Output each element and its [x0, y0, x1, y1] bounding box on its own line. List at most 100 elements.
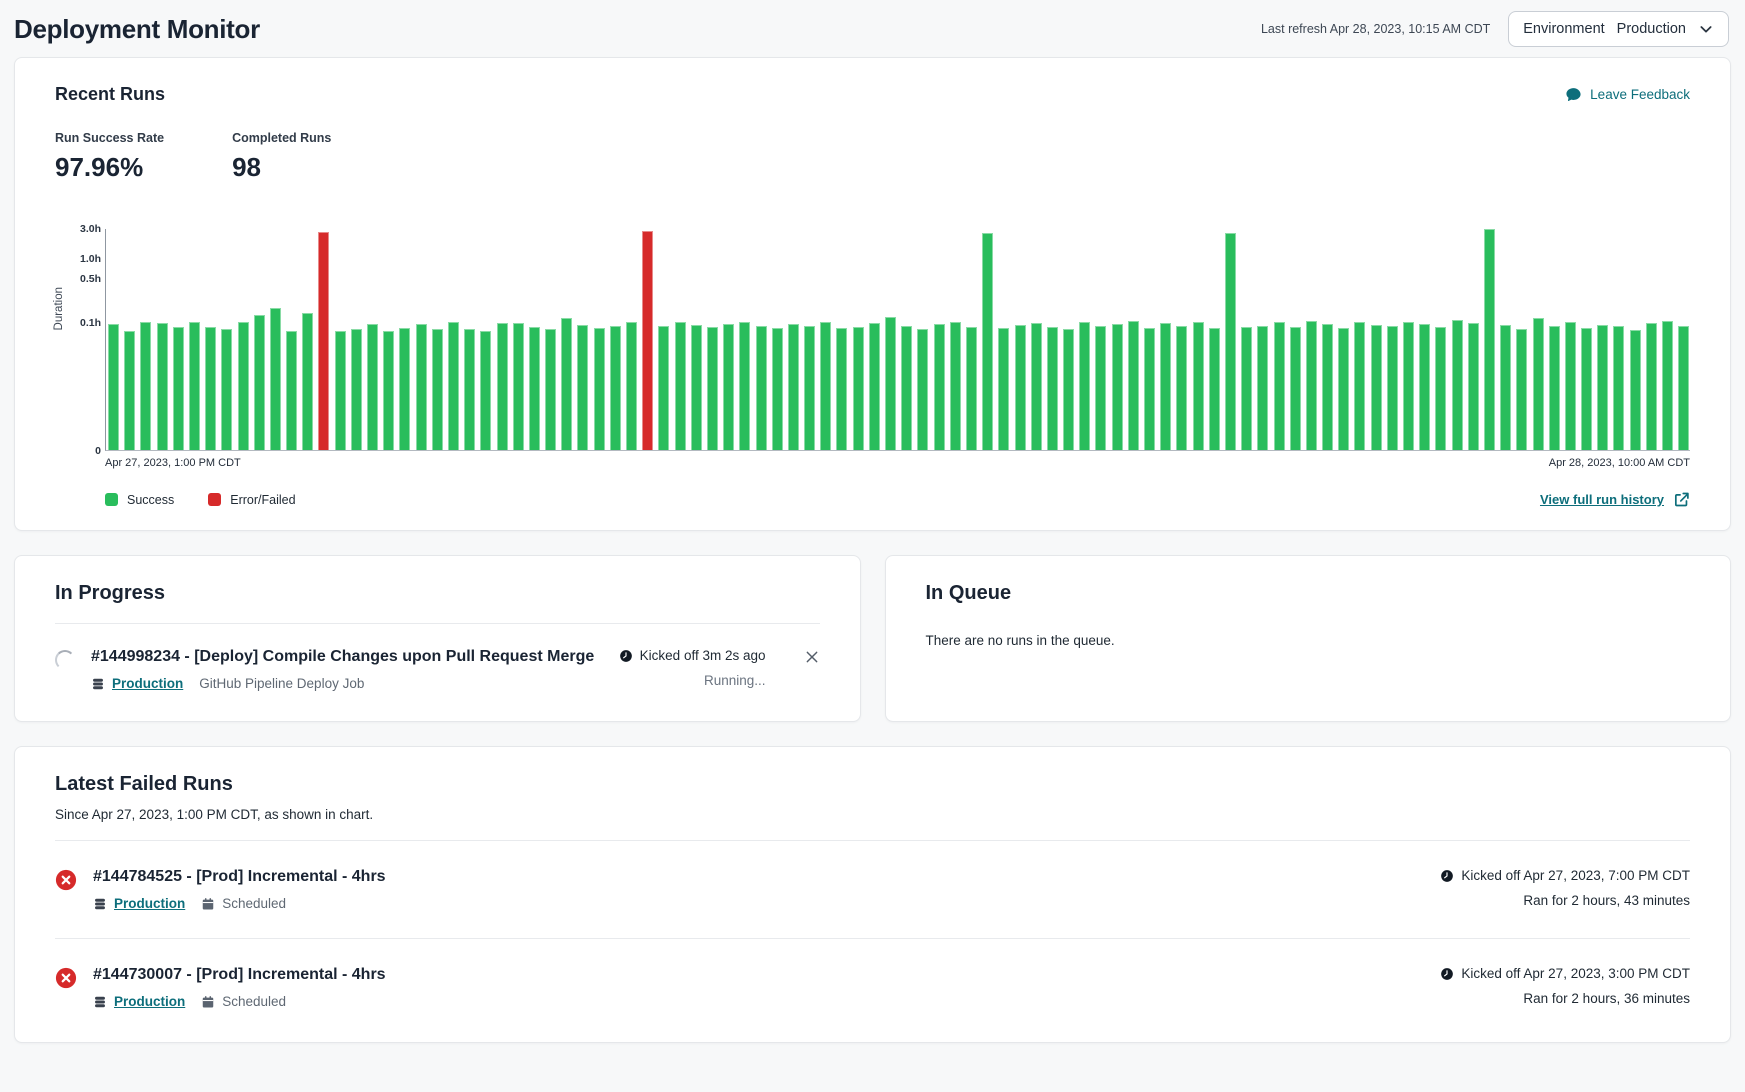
chart-bar-success[interactable]: [1241, 327, 1252, 450]
chart-bar-success[interactable]: [270, 308, 281, 450]
chart-bar-success[interactable]: [1630, 330, 1641, 450]
chart-bar-success[interactable]: [1209, 328, 1220, 450]
chart-bar-success[interactable]: [998, 328, 1009, 450]
chart-bar-success[interactable]: [1565, 322, 1576, 450]
chart-bar-success[interactable]: [1403, 322, 1414, 450]
chart-bar-success[interactable]: [885, 317, 896, 450]
chart-bar-success[interactable]: [1549, 326, 1560, 450]
chart-bar-success[interactable]: [1160, 323, 1171, 450]
chart-bar-success[interactable]: [464, 329, 475, 450]
chart-bar-success[interactable]: [221, 329, 232, 450]
chart-bar-success[interactable]: [1581, 328, 1592, 450]
chart-bar-success[interactable]: [739, 322, 750, 450]
chart-bar-success[interactable]: [254, 315, 265, 450]
chart-bar-success[interactable]: [675, 322, 686, 450]
chart-bar-success[interactable]: [1646, 323, 1657, 450]
chart-bar-success[interactable]: [173, 327, 184, 450]
chart-bar-success[interactable]: [1128, 321, 1139, 450]
chart-bar-success[interactable]: [610, 326, 621, 450]
chart-bar-success[interactable]: [966, 327, 977, 450]
chart-bar-success[interactable]: [917, 329, 928, 450]
chart-bar-success[interactable]: [351, 329, 362, 450]
environment-link[interactable]: Production: [93, 896, 185, 911]
chart-bar-success[interactable]: [1290, 327, 1301, 450]
chart-bar-success[interactable]: [1533, 318, 1544, 450]
chart-bar-success[interactable]: [1047, 327, 1058, 450]
chart-bar-success[interactable]: [1015, 325, 1026, 450]
chart-bar-success[interactable]: [529, 327, 540, 450]
chart-bar-success[interactable]: [1597, 325, 1608, 450]
environment-link[interactable]: Production: [91, 676, 183, 691]
chart-bar-success[interactable]: [302, 313, 313, 450]
chart-bar-error[interactable]: [642, 231, 653, 450]
chart-bar-success[interactable]: [1419, 324, 1430, 450]
chart-bar-success[interactable]: [1257, 326, 1268, 450]
chart-bar-success[interactable]: [1484, 229, 1495, 450]
chart-bar-success[interactable]: [108, 324, 119, 450]
chart-bar-success[interactable]: [772, 328, 783, 450]
chart-bar-success[interactable]: [416, 324, 427, 450]
chart-bar-success[interactable]: [286, 331, 297, 450]
chart-bar-success[interactable]: [1435, 327, 1446, 450]
chart-bar-success[interactable]: [594, 328, 605, 450]
close-icon[interactable]: [804, 649, 820, 665]
chart-bar-success[interactable]: [707, 327, 718, 450]
chart-bar-success[interactable]: [157, 323, 168, 450]
chart-bar-success[interactable]: [497, 323, 508, 450]
chart-bar-success[interactable]: [1112, 324, 1123, 450]
chart-bar-success[interactable]: [1193, 322, 1204, 450]
chart-bar-success[interactable]: [577, 325, 588, 450]
chart-bar-success[interactable]: [950, 322, 961, 450]
chart-bar-success[interactable]: [1678, 326, 1689, 450]
chart-bar-success[interactable]: [1662, 321, 1673, 450]
chart-bar-success[interactable]: [1095, 326, 1106, 450]
environment-link[interactable]: Production: [93, 994, 185, 1009]
chart-bar-success[interactable]: [1079, 322, 1090, 450]
chart-bar-success[interactable]: [1371, 325, 1382, 450]
chart-bar-success[interactable]: [383, 331, 394, 450]
chart-bar-success[interactable]: [238, 322, 249, 450]
chart-bar-success[interactable]: [723, 324, 734, 450]
chart-bar-success[interactable]: [1387, 326, 1398, 450]
chart-bar-success[interactable]: [561, 318, 572, 450]
chart-bar-success[interactable]: [626, 322, 637, 450]
chart-bar-success[interactable]: [1354, 322, 1365, 450]
leave-feedback-button[interactable]: Leave Feedback: [1565, 86, 1690, 103]
chart-bar-success[interactable]: [1031, 323, 1042, 450]
chart-bar-success[interactable]: [545, 329, 556, 450]
chart-bar-success[interactable]: [432, 329, 443, 450]
chart-bar-success[interactable]: [124, 331, 135, 450]
chart-bar-success[interactable]: [513, 323, 524, 450]
chart-bar-error[interactable]: [318, 232, 329, 450]
chart-bar-success[interactable]: [1063, 329, 1074, 450]
chart-bar-success[interactable]: [1274, 322, 1285, 450]
chart-bar-success[interactable]: [982, 233, 993, 450]
chart-bar-success[interactable]: [804, 326, 815, 450]
chart-bar-success[interactable]: [901, 326, 912, 450]
chart-bar-success[interactable]: [1176, 326, 1187, 450]
chart-bar-success[interactable]: [335, 331, 346, 450]
chart-bar-success[interactable]: [399, 328, 410, 450]
chart-bar-success[interactable]: [788, 324, 799, 450]
chart-bar-success[interactable]: [205, 327, 216, 450]
chart-bar-success[interactable]: [1516, 329, 1527, 450]
chart-bar-success[interactable]: [658, 326, 669, 450]
chart-bar-success[interactable]: [1613, 326, 1624, 450]
chart-bar-success[interactable]: [1322, 324, 1333, 450]
chart-bar-success[interactable]: [1452, 320, 1463, 450]
view-full-run-history-link[interactable]: View full run history: [1540, 491, 1690, 508]
chart-bar-success[interactable]: [480, 331, 491, 450]
chart-bar-success[interactable]: [836, 328, 847, 450]
chart-bar-success[interactable]: [1306, 321, 1317, 450]
chart-bar-success[interactable]: [820, 322, 831, 450]
chart-bar-success[interactable]: [1500, 325, 1511, 450]
chart-bar-success[interactable]: [140, 322, 151, 450]
chart-bar-success[interactable]: [448, 322, 459, 450]
environment-dropdown[interactable]: Environment Production: [1508, 11, 1729, 47]
chart-bar-success[interactable]: [1225, 233, 1236, 450]
chart-bar-success[interactable]: [853, 327, 864, 450]
chart-bar-success[interactable]: [869, 323, 880, 450]
chart-bar-success[interactable]: [367, 324, 378, 450]
chart-bar-success[interactable]: [1468, 323, 1479, 450]
chart-bar-success[interactable]: [934, 324, 945, 450]
